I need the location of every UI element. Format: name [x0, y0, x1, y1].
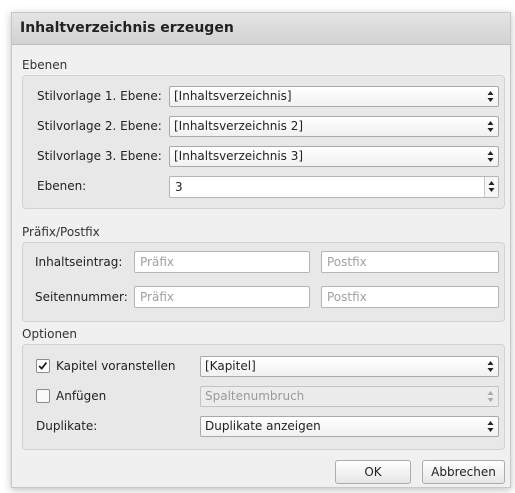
duplicates-value: Duplikate anzeigen — [205, 419, 321, 433]
updown-arrows-icon — [487, 421, 494, 432]
append-select: Spaltenumbruch — [200, 386, 499, 407]
entry-label: Inhaltseintrag: — [35, 255, 123, 269]
dialog-title: Inhaltverzeichnis erzeugen — [20, 20, 234, 36]
duplicates-select[interactable]: Duplikate anzeigen — [200, 416, 499, 437]
ok-button[interactable]: OK — [335, 460, 411, 484]
append-checkbox[interactable] — [36, 389, 50, 403]
prefix-postfix-group: Inhaltseintrag: Präfix Postfix Seitennum… — [22, 242, 505, 322]
checkmark-icon — [38, 362, 48, 370]
updown-arrows-icon — [487, 391, 494, 402]
prepend-chapter-label[interactable]: Kapitel voranstellen — [56, 359, 176, 373]
entry-prefix-placeholder: Präfix — [140, 255, 174, 269]
entry-postfix-input[interactable]: Postfix — [321, 251, 499, 273]
style-level-2-label: Stilvorlage 2. Ebene: — [37, 119, 162, 133]
page-number-label: Seitennummer: — [35, 290, 128, 304]
updown-arrows-icon — [488, 181, 495, 192]
chapter-value: [Kapitel] — [205, 359, 256, 373]
cancel-button[interactable]: Abbrechen — [422, 460, 505, 484]
levels-spinbox[interactable]: 3 — [169, 176, 499, 198]
prepend-chapter-checkbox[interactable] — [36, 359, 50, 373]
page-number-prefix-input[interactable]: Präfix — [134, 286, 310, 308]
style-level-1-value: [Inhaltsverzeichnis] — [174, 89, 292, 103]
ebenen-heading: Ebenen — [22, 58, 68, 72]
entry-postfix-placeholder: Postfix — [327, 255, 367, 269]
style-level-1-select[interactable]: [Inhaltsverzeichnis] — [169, 86, 499, 107]
toc-dialog: Inhaltverzeichnis erzeugen Ebenen Stilvo… — [11, 12, 511, 488]
levels-value: 3 — [175, 180, 183, 194]
entry-prefix-input[interactable]: Präfix — [134, 251, 310, 273]
updown-arrows-icon — [487, 121, 494, 132]
updown-arrows-icon — [487, 91, 494, 102]
options-heading: Optionen — [22, 327, 78, 341]
title-bar: Inhaltverzeichnis erzeugen — [12, 13, 510, 45]
updown-arrows-icon — [487, 151, 494, 162]
ebenen-group: Stilvorlage 1. Ebene: [Inhaltsverzeichni… — [22, 75, 505, 209]
style-level-2-value: [Inhaltsverzeichnis 2] — [174, 119, 304, 133]
page-number-prefix-placeholder: Präfix — [140, 290, 174, 304]
style-level-3-value: [Inhaltsverzeichnis 3] — [174, 149, 304, 163]
append-value: Spaltenumbruch — [205, 389, 305, 403]
page-number-postfix-placeholder: Postfix — [327, 290, 367, 304]
style-level-3-label: Stilvorlage 3. Ebene: — [37, 149, 162, 163]
options-group: Kapitel voranstellen [Kapitel] Anfügen S… — [22, 344, 505, 450]
prefix-postfix-heading: Präfix/Postfix — [22, 225, 100, 239]
duplicates-label: Duplikate: — [36, 419, 98, 433]
chapter-select[interactable]: [Kapitel] — [200, 356, 499, 377]
page-number-postfix-input[interactable]: Postfix — [321, 286, 499, 308]
style-level-3-select[interactable]: [Inhaltsverzeichnis 3] — [169, 146, 499, 167]
style-level-1-label: Stilvorlage 1. Ebene: — [37, 89, 162, 103]
append-label[interactable]: Anfügen — [56, 389, 106, 403]
style-level-2-select[interactable]: [Inhaltsverzeichnis 2] — [169, 116, 499, 137]
levels-label: Ebenen: — [37, 179, 87, 193]
updown-arrows-icon — [487, 361, 494, 372]
levels-spin-button[interactable] — [484, 177, 498, 197]
